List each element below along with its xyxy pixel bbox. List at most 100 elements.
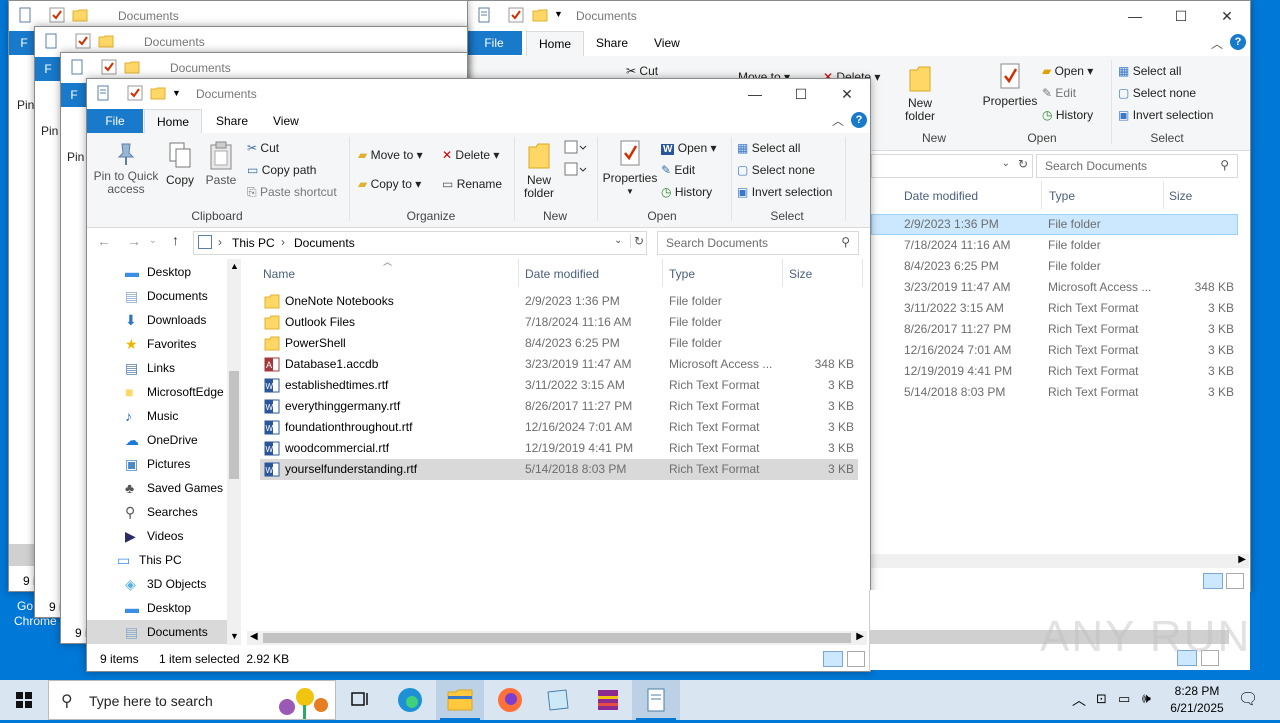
start-button[interactable] [0, 680, 48, 720]
rename-button[interactable]: ▭ Rename [442, 175, 502, 193]
copy-button[interactable]: Copy [163, 141, 197, 187]
tab-file[interactable]: File [466, 31, 522, 55]
edit-button[interactable]: ✎ Edit [1042, 84, 1076, 102]
folder-icon[interactable] [98, 33, 114, 49]
collapse-ribbon-icon[interactable]: ︿ [832, 112, 844, 129]
nav-item[interactable]: ▣ Pictures [87, 452, 227, 476]
column-header-size[interactable]: Size [789, 267, 812, 281]
select-all-button[interactable]: ▦ Select all [1118, 62, 1181, 80]
network-status-icon[interactable]: ⊡ [1096, 691, 1107, 707]
minimize-button[interactable]: — [732, 79, 778, 109]
breadcrumb-documents[interactable]: Documents [294, 236, 355, 250]
taskbar-firefox[interactable] [486, 680, 534, 720]
large-icons-view-icon[interactable] [847, 651, 865, 667]
minimize-button[interactable]: — [1112, 1, 1158, 31]
network-icon[interactable]: ▭ [1118, 691, 1130, 707]
taskbar-edge[interactable] [386, 680, 434, 720]
up-arrow-icon[interactable]: ↑ [172, 232, 179, 248]
tab-file[interactable]: File [87, 109, 143, 133]
copy-path-button[interactable]: ▭ Copy path [247, 161, 316, 179]
properties-button[interactable]: Properties [981, 62, 1039, 108]
properties-icon[interactable] [17, 7, 33, 23]
column-header-type[interactable]: Type [669, 267, 695, 281]
search-box[interactable]: Search Documents ⚲ [1036, 154, 1238, 178]
collapse-ribbon-icon[interactable]: ︿ [1211, 35, 1223, 52]
taskbar-wordpad[interactable] [632, 680, 680, 720]
scroll-up-icon[interactable]: ▲ [230, 261, 239, 271]
address-dropdown-icon[interactable]: ⌄ [614, 235, 622, 246]
tab-share[interactable]: Share [204, 109, 260, 133]
taskbar-app-notepad[interactable] [534, 680, 582, 720]
taskbar-winrar[interactable] [584, 680, 632, 720]
nav-item[interactable]: ▬ Desktop [87, 260, 227, 284]
properties-dropdown-icon[interactable]: ▼ [601, 185, 659, 198]
checkmark-icon[interactable] [101, 59, 117, 75]
nav-item[interactable]: ★ Favorites [87, 332, 227, 356]
nav-item[interactable]: ♣ Saved Games [87, 476, 227, 500]
invert-selection-button[interactable]: ▣ Invert selection [737, 183, 832, 201]
tab-view[interactable]: View [642, 31, 692, 55]
tab-home[interactable]: Home [144, 109, 203, 135]
copy-to-button[interactable]: ▰ Copy to ▾ [358, 175, 421, 193]
task-view-button[interactable] [336, 680, 384, 720]
clock[interactable]: 8:28 PM 6/21/2025 [1162, 683, 1232, 717]
nav-item[interactable]: ☁ OneDrive [87, 428, 227, 452]
address-bar[interactable]: ⌄ ↻ [871, 154, 1033, 178]
properties-icon[interactable] [43, 33, 59, 49]
cut-button[interactable]: ✂ Cut [247, 139, 279, 157]
select-all-button[interactable]: ▦ Select all [737, 139, 800, 157]
file-row[interactable]: A Database1.accdb 3/23/2019 11:47 AM Micros… [260, 354, 858, 375]
move-to-button[interactable]: ▰ Move to ▾ [358, 146, 423, 164]
file-row[interactable]: Wwoodcommercial.rtf 12/19/2019 4:41 PM Ric… [260, 438, 858, 459]
nav-item[interactable]: ▬ Desktop [87, 596, 227, 620]
scroll-right-icon[interactable]: ▶ [1238, 554, 1246, 565]
invert-selection-button[interactable]: ▣ Invert selection [1118, 106, 1213, 124]
file-row[interactable]: Weverythinggermany.rtf 8/26/2017 11:27 PM… [260, 396, 858, 417]
file-row[interactable]: Wyourselfunderstanding.rtf 5/14/2018 8:03… [260, 459, 858, 480]
refresh-icon[interactable]: ↻ [1018, 157, 1028, 171]
address-dropdown-icon[interactable]: ⌄ [1002, 158, 1010, 169]
pin-to-quick-access-button[interactable]: Pin to Quick access [91, 141, 161, 196]
details-view-icon[interactable] [823, 651, 843, 667]
desktop-label-go[interactable]: Go [17, 599, 33, 613]
qa-dropdown-icon[interactable]: ▼ [554, 9, 563, 19]
column-header-date[interactable]: Date modified [904, 189, 978, 203]
folder-icon[interactable] [72, 7, 88, 23]
back-arrow-icon[interactable]: ← [97, 233, 111, 249]
nav-item[interactable]: ▤ Links [87, 356, 227, 380]
file-row[interactable]: Outlook Files 7/18/2024 11:16 AM File fold… [260, 312, 858, 333]
easy-access-icon[interactable] [563, 161, 587, 179]
address-bar[interactable]: › This PC › Documents ⌄ ↻ [193, 231, 647, 255]
new-item-icon[interactable] [563, 139, 587, 157]
checkmark-icon[interactable] [508, 7, 524, 23]
edit-button[interactable]: ✎ Edit [661, 161, 695, 179]
delete-button[interactable]: ✕ Delete ▾ [442, 146, 499, 164]
folder-icon[interactable] [532, 7, 548, 23]
notifications-icon[interactable]: 🗨 [1238, 689, 1258, 709]
refresh-icon[interactable]: ↻ [630, 234, 644, 248]
scroll-left-icon[interactable]: ◀ [250, 631, 258, 642]
qa-dropdown-icon[interactable]: ▼ [172, 88, 181, 98]
file-row[interactable]: PowerShell 8/4/2023 6:25 PM File folder [260, 333, 858, 354]
nav-item[interactable]: ⬇ Downloads [87, 308, 227, 332]
nav-item[interactable]: ■ MicrosoftEdge [87, 380, 227, 404]
nav-scrollbar[interactable]: ▲ ▼ [227, 259, 241, 645]
file-row[interactable]: OneNote Notebooks 2/9/2023 1:36 PM File fo… [260, 291, 858, 312]
taskbar-search-box[interactable]: ⚲ Type here to search [48, 680, 336, 720]
nav-item[interactable]: ▶ Videos [87, 524, 227, 548]
checkmark-icon[interactable] [127, 85, 143, 101]
nav-item[interactable]: ▤ Documents [87, 284, 227, 308]
close-button[interactable]: ✕ [1204, 1, 1250, 31]
horizontal-scrollbar[interactable]: ◀ ▶ [247, 631, 867, 645]
large-icons-view-icon[interactable] [1226, 573, 1244, 589]
nav-item[interactable]: ▤ Documents [87, 620, 227, 644]
file-row[interactable]: Westablishedtimes.rtf 3/11/2022 3:15 AM Ri… [260, 375, 858, 396]
breadcrumb-this-pc[interactable]: This PC [232, 236, 275, 250]
nav-item[interactable]: ▭ This PC [87, 548, 227, 572]
tab-share[interactable]: Share [584, 31, 640, 55]
select-none-button[interactable]: ▢ Select none [1118, 84, 1196, 102]
checkmark-icon[interactable] [75, 33, 91, 49]
nav-item[interactable]: ♪ Music [87, 404, 227, 428]
explorer-window-main[interactable]: ▼ Documents — ☐ ✕ File Home Share View ︿… [86, 78, 871, 672]
new-folder-button[interactable]: New folder [521, 141, 557, 200]
